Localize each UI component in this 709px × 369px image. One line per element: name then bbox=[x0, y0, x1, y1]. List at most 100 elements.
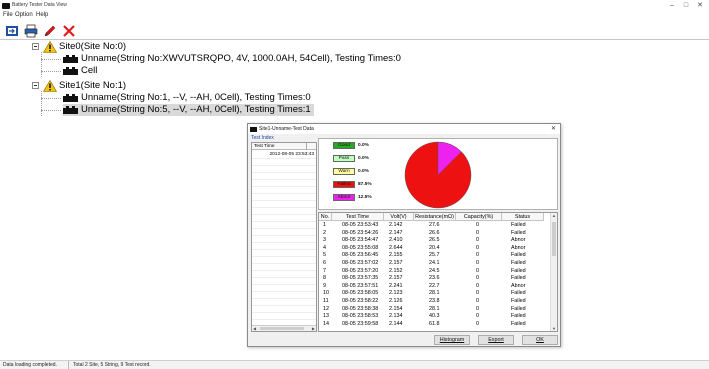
battery-icon bbox=[250, 127, 257, 132]
tree-node-site1[interactable]: Site1(Site No:1) bbox=[43, 80, 126, 92]
tree-node-site1-string1[interactable]: Unname(String No:1, --V, --AH, 0Cell), T… bbox=[63, 92, 311, 104]
menu-help[interactable]: Help bbox=[36, 12, 48, 18]
status-loading: Data loading completed. bbox=[3, 362, 57, 368]
table-cell: 11 bbox=[323, 298, 329, 304]
table-cell: Failed bbox=[511, 290, 526, 297]
tree-node-site0[interactable]: Site0(Site No:0) bbox=[43, 41, 126, 53]
table-cell: 08-05 23:58:22 bbox=[342, 298, 379, 304]
test-time-list[interactable]: Test Time 2012-08-05 23:53:43 ◀ ▶ bbox=[251, 142, 317, 332]
scroll-right-icon[interactable]: ▶ bbox=[312, 326, 315, 332]
scroll-up-icon[interactable]: ▲ bbox=[552, 213, 556, 218]
table-cell: 0 bbox=[476, 267, 479, 274]
tree-node-site0-cell[interactable]: Cell bbox=[63, 65, 97, 77]
print-icon[interactable] bbox=[24, 24, 38, 38]
delete-icon[interactable] bbox=[62, 24, 76, 38]
list-gridline bbox=[252, 235, 316, 236]
table-cell: 08-05 23:56:45 bbox=[342, 252, 379, 259]
warning-icon bbox=[43, 80, 57, 92]
table-cell: 12 bbox=[323, 305, 329, 312]
table-cell: 10 bbox=[323, 290, 329, 297]
warning-icon bbox=[43, 41, 57, 53]
column-header[interactable]: Volt(V) bbox=[384, 213, 414, 221]
close-button[interactable]: ✕ bbox=[695, 1, 705, 11]
list-gridline bbox=[252, 291, 316, 292]
table-cell: 1 bbox=[323, 222, 326, 228]
legend-warn-pct: 0.0% bbox=[358, 169, 369, 174]
status-totals: Total 2 Site, 5 String, 9 Test record. bbox=[73, 362, 151, 368]
histogram-button[interactable]: Histogram bbox=[434, 335, 470, 345]
table-cell: Failed bbox=[511, 320, 526, 327]
table-cell: 26.5 bbox=[429, 237, 440, 244]
tree-label-site1: Site1(Site No:1) bbox=[59, 80, 127, 91]
dialog-close-button[interactable]: ✕ bbox=[551, 125, 556, 132]
list-gridline bbox=[252, 179, 316, 180]
legend-pass: Pass bbox=[333, 155, 355, 162]
maximize-button[interactable]: □ bbox=[681, 1, 691, 11]
column-header[interactable]: Resistance(mΩ) bbox=[414, 213, 456, 221]
table-cell: 0 bbox=[476, 275, 479, 282]
table-cell: 24.5 bbox=[429, 267, 440, 274]
table-cell: 40.3 bbox=[429, 313, 440, 320]
table-cell: 08-05 23:58:05 bbox=[342, 290, 379, 297]
list-gridline bbox=[252, 284, 316, 285]
test-data-table[interactable]: No. Test Time Volt(V) Resistance(mΩ) Capacit… bbox=[318, 212, 558, 332]
table-cell: 2.147 bbox=[389, 229, 403, 236]
table-cell: 2.134 bbox=[389, 313, 403, 320]
legend-pass-pct: 0.0% bbox=[358, 156, 369, 161]
vertical-scrollbar[interactable]: ▲ ▼ bbox=[550, 213, 557, 331]
table-cell: Failed bbox=[511, 267, 526, 274]
minimize-button[interactable]: – bbox=[667, 1, 677, 11]
tree-node-site0-string[interactable]: Unname(String No:XWVUTSRQPO, 4V, 1000.0A… bbox=[63, 53, 401, 65]
table-cell: 08-05 23:57:20 bbox=[342, 267, 379, 274]
list-gridline bbox=[252, 263, 316, 264]
table-cell: Failed bbox=[511, 305, 526, 312]
menu-option[interactable]: Option bbox=[15, 12, 33, 18]
table-cell: 28.1 bbox=[429, 305, 440, 312]
table-cell: 0 bbox=[476, 222, 479, 228]
battery-icon bbox=[63, 94, 78, 102]
legend-good: Good bbox=[333, 142, 355, 149]
list-item[interactable]: 2012-08-05 23:53:43 bbox=[252, 151, 316, 158]
tree-connector bbox=[41, 98, 61, 99]
horizontal-scrollbar[interactable]: ◀ ▶ bbox=[252, 325, 316, 331]
table-cell: 23.6 bbox=[429, 275, 440, 282]
table-cell: 2.142 bbox=[389, 222, 403, 228]
column-header[interactable]: Test Time bbox=[332, 213, 384, 221]
table-cell: 24.1 bbox=[429, 260, 440, 266]
table-cell: 08-05 23:57:51 bbox=[342, 282, 379, 289]
table-cell: 13 bbox=[323, 313, 329, 320]
tree-label-site0-cell: Cell bbox=[81, 65, 98, 76]
scroll-thumb[interactable] bbox=[260, 327, 304, 330]
scroll-down-icon[interactable]: ▼ bbox=[552, 326, 556, 331]
pen-icon[interactable] bbox=[43, 24, 57, 38]
scroll-left-icon[interactable]: ◀ bbox=[253, 326, 256, 332]
menu-file[interactable]: File bbox=[3, 12, 13, 18]
table-cell: 23.8 bbox=[429, 298, 440, 304]
tree-node-site1-string5[interactable]: Unname(String No:5, --V, --AH, 0Cell), T… bbox=[63, 104, 314, 116]
collapse-toggle-site1[interactable] bbox=[32, 82, 39, 89]
tab-test-index[interactable]: Test Index bbox=[251, 135, 274, 141]
column-header[interactable]: No. bbox=[319, 213, 332, 221]
list-gridline bbox=[252, 249, 316, 250]
table-cell: 2.157 bbox=[389, 275, 403, 282]
column-header[interactable]: Status bbox=[502, 213, 544, 221]
table-cell: 26.6 bbox=[429, 229, 440, 236]
import-icon[interactable] bbox=[5, 24, 19, 38]
table-cell: 2.155 bbox=[389, 252, 403, 259]
table-cell: 08-05 23:54:26 bbox=[342, 229, 379, 236]
tree-connector bbox=[41, 71, 61, 72]
list-gridline bbox=[252, 165, 316, 166]
table-cell: 25.7 bbox=[429, 252, 440, 259]
legend-failed: Failed bbox=[333, 181, 355, 188]
list-gridline bbox=[252, 172, 316, 173]
menu-bar: File Option Help bbox=[0, 11, 709, 20]
table-cell: 4 bbox=[323, 244, 326, 251]
scroll-thumb[interactable] bbox=[552, 222, 556, 256]
table-cell: 2 bbox=[323, 229, 326, 236]
ok-button[interactable]: OK bbox=[522, 335, 558, 345]
tree-label-site1-string5: Unname(String No:5, --V, --AH, 0Cell), T… bbox=[81, 104, 311, 115]
table-cell: 08-05 23:53:43 bbox=[342, 222, 379, 228]
export-button[interactable]: Export bbox=[478, 335, 514, 345]
collapse-toggle-site0[interactable] bbox=[32, 43, 39, 50]
column-header[interactable]: Capacity(%) bbox=[456, 213, 502, 221]
